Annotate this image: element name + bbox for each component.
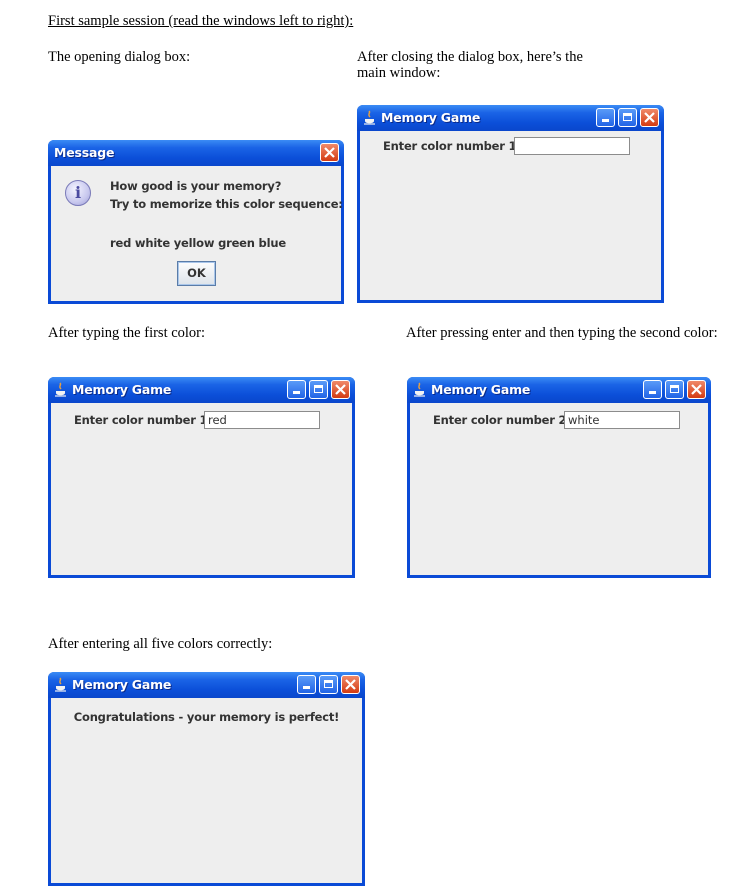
maximize-icon [324,680,333,688]
minimize-button[interactable] [287,380,306,399]
maximize-icon [623,113,632,121]
close-icon [335,384,346,395]
second-window-body: Enter color number 2: white [410,403,708,575]
maximize-button[interactable] [309,380,328,399]
dialog-title: Message [54,145,115,160]
minimize-icon [602,119,609,122]
dialog-titlebar[interactable]: Message [48,140,344,166]
main-window-titlebar[interactable]: Memory Game [357,105,664,131]
dialog-line2: Try to memorize this color sequence: [110,197,343,211]
final-window-titlebar[interactable]: Memory Game [48,672,365,698]
after-closing-caption-line2: main window: [357,65,441,81]
after-closing-caption-line1: After closing the dialog box, here’s the [357,49,583,65]
close-button[interactable] [640,108,659,127]
java-cup-icon [55,677,66,692]
java-cup-icon [414,382,425,397]
second-color-window: Memory Game Enter color number 2: white [407,377,711,578]
dialog-close-button[interactable] [320,143,339,162]
first-color-window: Memory Game Enter color number 1: red [48,377,355,578]
close-icon [691,384,702,395]
dialog-body: i How good is your memory? Try to memori… [51,166,343,301]
maximize-button[interactable] [319,675,338,694]
second-window-title: Memory Game [431,382,531,397]
main-window: Memory Game Enter color number 1: [357,105,664,303]
after-second-caption: After pressing enter and then typing the… [406,325,718,341]
first-window-body: Enter color number 1: red [51,403,352,575]
after-first-caption: After typing the first color: [48,325,206,341]
color-input[interactable]: white [564,411,680,429]
close-icon [324,147,335,158]
final-window-body: Congratulations - your memory is perfect… [51,698,362,883]
minimize-button[interactable] [596,108,615,127]
opening-caption: The opening dialog box: [48,49,191,65]
after-all-caption: After entering all five colors correctly… [48,636,273,652]
info-icon: i [65,180,91,206]
close-icon [345,679,356,690]
minimize-button[interactable] [297,675,316,694]
color-number-label: Enter color number 1: [74,413,212,427]
heading-caption: First sample session (read the windows l… [48,13,354,29]
color-number-label: Enter color number 2: [433,413,571,427]
java-cup-icon [364,110,375,125]
minimize-icon [293,391,300,394]
minimize-icon [649,391,656,394]
minimize-icon [303,686,310,689]
color-input[interactable]: red [204,411,320,429]
java-cup-icon [55,382,66,397]
success-message: Congratulations - your memory is perfect… [73,710,340,724]
color-number-label: Enter color number 1: [383,139,521,153]
second-window-titlebar[interactable]: Memory Game [407,377,711,403]
dialog-line1: How good is your memory? [110,179,282,193]
color-input[interactable] [514,137,630,155]
first-window-title: Memory Game [72,382,172,397]
dialog-sequence: red white yellow green blue [110,236,286,250]
close-button[interactable] [331,380,350,399]
close-button[interactable] [687,380,706,399]
maximize-icon [670,385,679,393]
maximize-icon [314,385,323,393]
maximize-button[interactable] [618,108,637,127]
main-window-body: Enter color number 1: [360,131,661,300]
first-window-titlebar[interactable]: Memory Game [48,377,355,403]
final-window-title: Memory Game [72,677,172,692]
maximize-button[interactable] [665,380,684,399]
close-button[interactable] [341,675,360,694]
main-window-title: Memory Game [381,110,481,125]
minimize-button[interactable] [643,380,662,399]
ok-button[interactable]: OK [177,261,216,286]
message-dialog: Message i How good is your memory? Try t… [48,140,344,304]
close-icon [644,112,655,123]
final-window: Memory Game Congratulations - your memor… [48,672,365,886]
